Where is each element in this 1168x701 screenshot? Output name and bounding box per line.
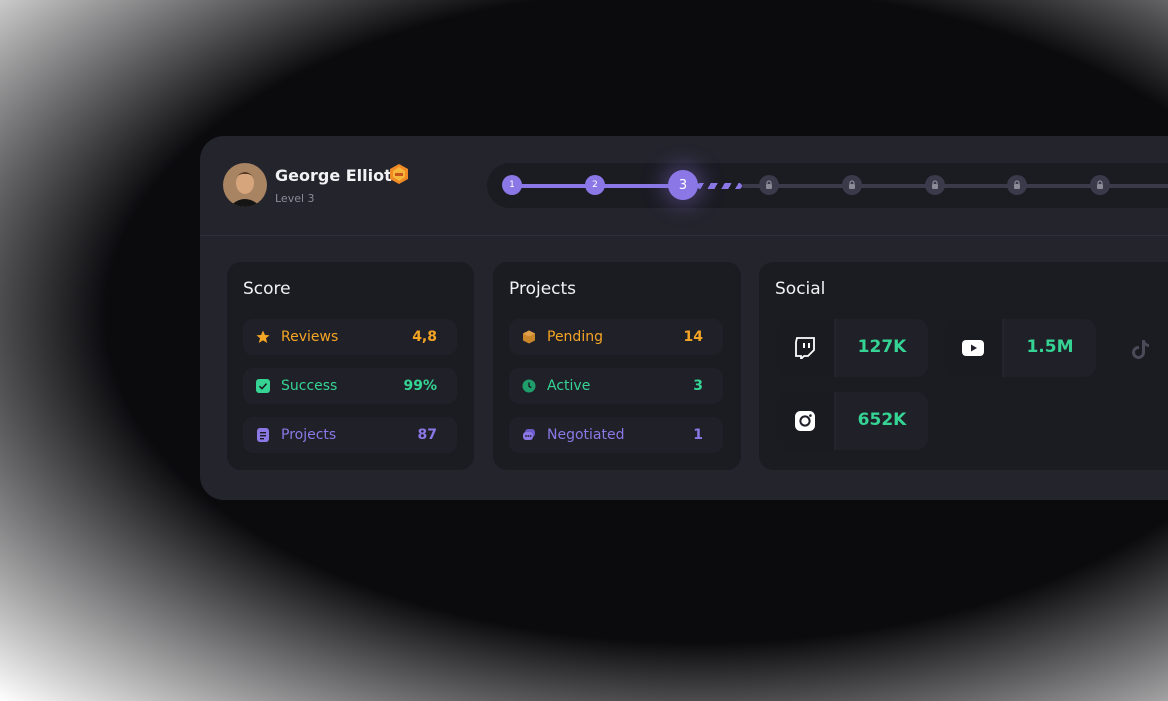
row-value: 99% (403, 378, 437, 394)
social-panel: Social 127K 1.5M 652K (759, 262, 1168, 470)
social-tile-instagram[interactable]: 652K (776, 392, 928, 450)
panel-title: Score (243, 279, 291, 299)
box-icon (523, 330, 535, 344)
lock-icon (1007, 175, 1027, 195)
crown-badge-icon (389, 163, 409, 185)
tiktok-icon[interactable] (1132, 339, 1150, 363)
check-icon (256, 379, 270, 393)
instagram-icon-box (776, 392, 836, 450)
twitch-count: 127K (857, 337, 907, 357)
twitch-icon-box (776, 319, 836, 377)
score-row-success[interactable]: Success 99% (243, 368, 457, 404)
profile-header: George Elliot Level 3 1 2 3 (200, 136, 1168, 236)
projects-row-negotiated[interactable]: Negotiated 1 (509, 417, 723, 453)
chat-icon (523, 429, 535, 440)
profile-card: George Elliot Level 3 1 2 3 Score Review… (200, 136, 1168, 500)
row-label: Negotiated (547, 427, 625, 443)
twitch-icon (795, 337, 815, 359)
row-value: 14 (683, 329, 703, 345)
lock-icon (759, 175, 779, 195)
projects-panel: Projects Pending 14 Active 3 Negotiated … (493, 262, 741, 470)
clock-icon (522, 379, 536, 393)
social-tile-twitch[interactable]: 127K (776, 319, 928, 377)
row-value: 4,8 (412, 329, 437, 345)
row-value: 1 (693, 427, 703, 443)
lock-icon (925, 175, 945, 195)
projects-row-active[interactable]: Active 3 (509, 368, 723, 404)
score-row-reviews[interactable]: Reviews 4,8 (243, 319, 457, 355)
row-label: Active (547, 378, 591, 394)
youtube-icon (962, 340, 984, 356)
row-label: Reviews (281, 329, 339, 345)
lock-icon (1090, 175, 1110, 195)
row-label: Pending (547, 329, 603, 345)
document-icon (257, 428, 269, 442)
user-level: Level 3 (275, 192, 315, 205)
row-label: Projects (281, 427, 337, 443)
avatar[interactable] (223, 163, 267, 207)
youtube-count: 1.5M (1026, 337, 1074, 357)
panel-title: Projects (509, 279, 577, 299)
instagram-icon (795, 411, 815, 431)
instagram-count: 652K (857, 410, 907, 430)
progress-stripe (697, 183, 742, 189)
star-icon (256, 330, 270, 343)
projects-row-pending[interactable]: Pending 14 (509, 319, 723, 355)
row-value: 3 (693, 378, 703, 394)
youtube-icon-box (944, 319, 1004, 377)
step-node-2[interactable]: 2 (585, 175, 605, 195)
step-node-3-current[interactable]: 3 (668, 170, 698, 200)
social-tile-youtube[interactable]: 1.5M (944, 319, 1096, 377)
level-progress-track: 1 2 3 (487, 163, 1168, 208)
user-name: George Elliot (275, 166, 392, 185)
score-panel: Score Reviews 4,8 Success 99% Projects 8… (227, 262, 474, 470)
score-row-projects[interactable]: Projects 87 (243, 417, 457, 453)
lock-icon (842, 175, 862, 195)
panel-title: Social (775, 279, 826, 299)
row-value: 87 (417, 427, 437, 443)
step-node-1[interactable]: 1 (502, 175, 522, 195)
row-label: Success (281, 378, 338, 394)
